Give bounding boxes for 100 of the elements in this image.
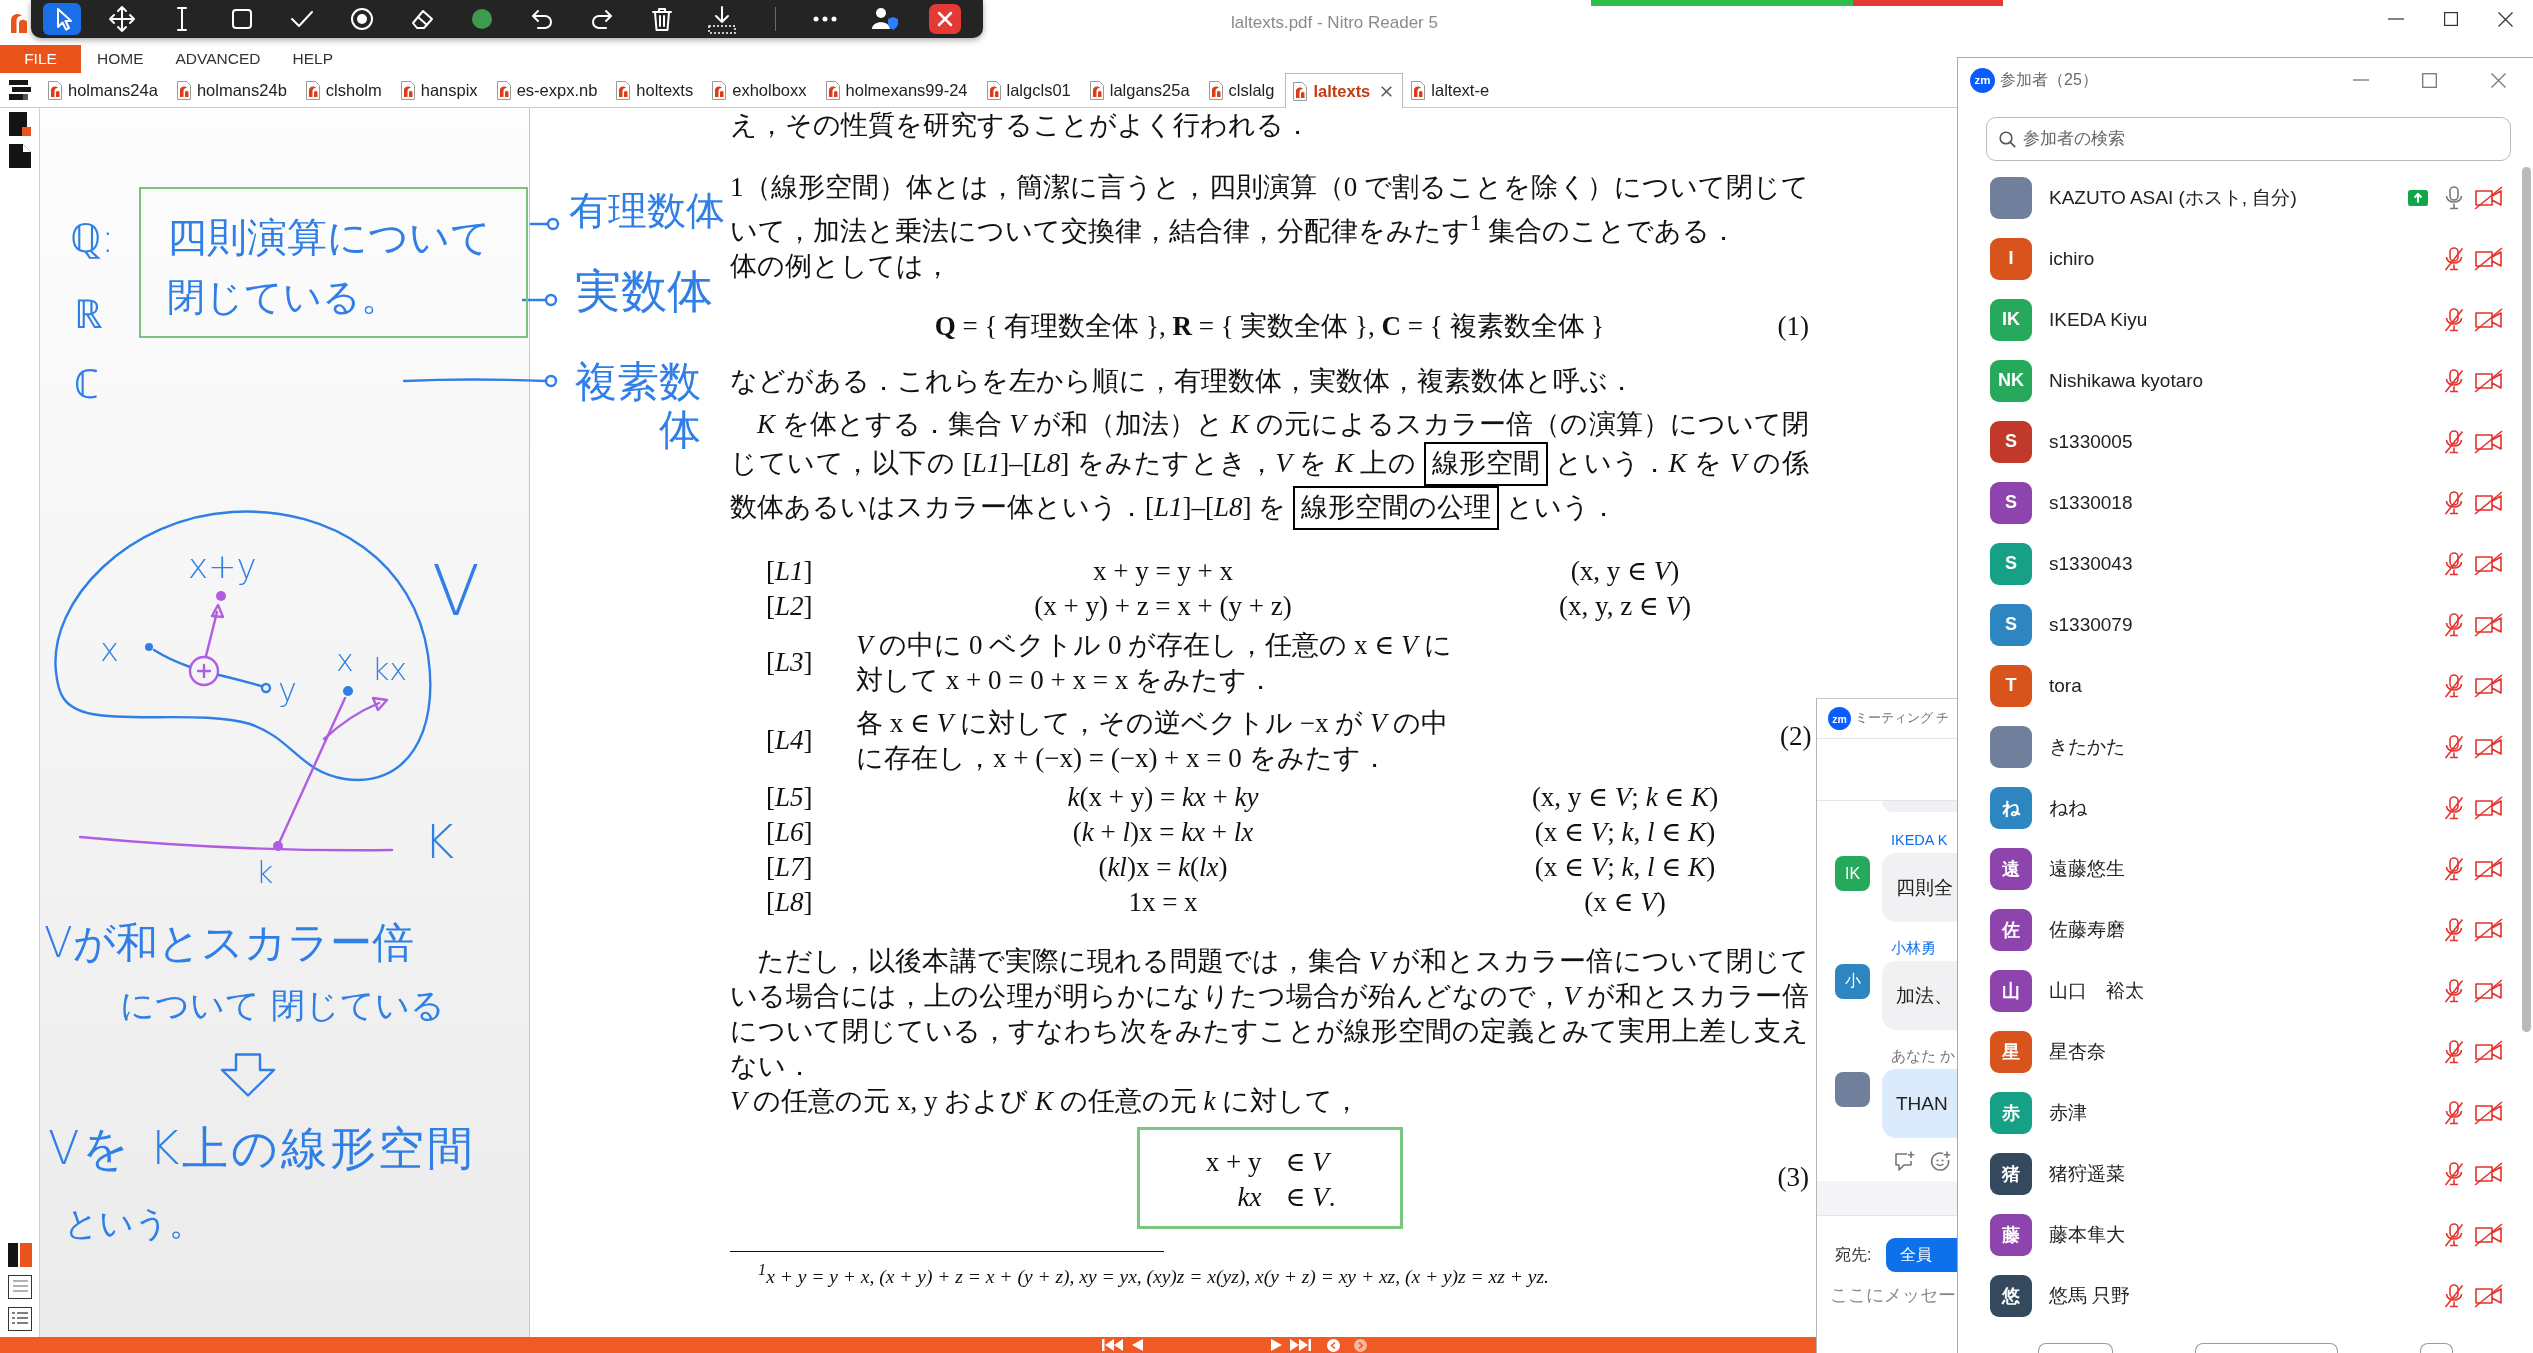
muted-microphone-icon[interactable]	[2443, 612, 2465, 637]
lines-icon[interactable]	[7, 1275, 32, 1299]
columns-icon[interactable]	[7, 1243, 32, 1267]
video-off-icon[interactable]	[2474, 246, 2503, 271]
layers-icon[interactable]	[9, 80, 31, 100]
tab[interactable]: clslalg	[1200, 73, 1286, 107]
first-page-icon[interactable]	[1102, 1339, 1124, 1351]
recipient-label: 宛先:	[1835, 1244, 1872, 1265]
video-off-icon[interactable]	[2474, 917, 2503, 942]
scrollbar-thumb[interactable]	[2522, 167, 2531, 1032]
share-screen-icon[interactable]	[2408, 189, 2428, 206]
search-field[interactable]: 参加者の検索	[1986, 117, 2511, 161]
plus-circle-icon	[188, 655, 220, 687]
menu-item[interactable]: ADVANCED	[159, 45, 277, 73]
video-off-icon[interactable]	[2474, 368, 2503, 393]
minimize-icon[interactable]	[2352, 79, 2369, 81]
microphone-icon[interactable]	[2443, 185, 2465, 210]
video-off-icon[interactable]	[2474, 307, 2503, 332]
muted-microphone-icon[interactable]	[2443, 307, 2465, 332]
document-icon[interactable]	[8, 144, 31, 168]
muted-microphone-icon[interactable]	[2443, 368, 2465, 393]
tab[interactable]: holmans24b	[168, 73, 298, 107]
tab[interactable]: clsholm	[297, 73, 393, 107]
video-off-icon[interactable]	[2474, 490, 2503, 515]
axiom-label: [L8]	[766, 885, 814, 919]
recipient-button[interactable]: 全員	[1886, 1238, 1957, 1272]
video-off-icon[interactable]	[2474, 978, 2503, 1003]
menu-item[interactable]: HOME	[81, 45, 160, 73]
tab[interactable]: holtexts	[608, 73, 705, 107]
redo-icon[interactable]	[591, 8, 613, 30]
maximize-icon[interactable]	[2443, 12, 2458, 26]
minimize-icon[interactable]	[2387, 18, 2404, 20]
muted-microphone-icon[interactable]	[2443, 856, 2465, 881]
previous-page-icon[interactable]	[1132, 1339, 1143, 1351]
tab[interactable]: hanspix	[392, 73, 489, 107]
tab[interactable]: laltext-e	[1403, 73, 1501, 107]
video-off-icon[interactable]	[2474, 1039, 2503, 1064]
trash-icon[interactable]	[651, 6, 673, 32]
list-icon[interactable]	[7, 1307, 32, 1331]
muted-microphone-icon[interactable]	[2443, 673, 2465, 698]
footer-button[interactable]	[2420, 1343, 2453, 1353]
tab[interactable]: exholboxx	[704, 73, 818, 107]
close-icon[interactable]	[929, 4, 961, 34]
video-off-icon[interactable]	[2474, 734, 2503, 759]
muted-microphone-icon[interactable]	[2443, 429, 2465, 454]
video-off-icon[interactable]	[2474, 551, 2503, 576]
tab[interactable]: laltexts	[1285, 73, 1404, 108]
file-menu-button[interactable]: FILE	[0, 45, 81, 73]
video-off-icon[interactable]	[2474, 1100, 2503, 1125]
video-off-icon[interactable]	[2474, 856, 2503, 881]
muted-microphone-icon[interactable]	[2443, 1222, 2465, 1247]
square-icon[interactable]	[231, 8, 253, 30]
muted-microphone-icon[interactable]	[2443, 734, 2465, 759]
tab[interactable]: holmans24a	[40, 73, 169, 107]
close-icon[interactable]	[2498, 11, 2513, 27]
muted-microphone-icon[interactable]	[2443, 795, 2465, 820]
undo-icon[interactable]	[531, 8, 553, 30]
muted-microphone-icon[interactable]	[2443, 917, 2465, 942]
muted-microphone-icon[interactable]	[2443, 1283, 2465, 1308]
video-off-icon[interactable]	[2474, 673, 2503, 698]
footer-button[interactable]	[2195, 1343, 2338, 1353]
muted-microphone-icon[interactable]	[2443, 1039, 2465, 1064]
app-logo-icon[interactable]	[10, 12, 28, 33]
more-icon[interactable]	[813, 16, 837, 22]
muted-microphone-icon[interactable]	[2443, 551, 2465, 576]
muted-microphone-icon[interactable]	[2443, 978, 2465, 1003]
muted-microphone-icon[interactable]	[2443, 490, 2465, 515]
video-off-icon[interactable]	[2474, 1161, 2503, 1186]
download-icon[interactable]	[708, 4, 736, 34]
close-icon[interactable]	[1381, 85, 1393, 97]
pointer-icon[interactable]	[43, 3, 81, 35]
muted-microphone-icon[interactable]	[2443, 1161, 2465, 1186]
tab[interactable]: lalgans25a	[1081, 73, 1201, 107]
video-off-icon[interactable]	[2474, 612, 2503, 637]
comment-plus-icon[interactable]	[1894, 1151, 1915, 1172]
last-page-icon[interactable]	[1289, 1339, 1311, 1351]
emoji-plus-icon[interactable]	[1930, 1151, 1951, 1172]
video-off-icon[interactable]	[2474, 429, 2503, 454]
tab[interactable]: es-expx.nb	[488, 73, 609, 107]
eraser-icon[interactable]	[410, 8, 434, 30]
menu-item[interactable]: HELP	[276, 45, 349, 73]
target-icon[interactable]	[351, 8, 373, 30]
page-icon[interactable]	[8, 112, 31, 136]
color-swatch-icon[interactable]	[472, 9, 492, 29]
video-off-icon[interactable]	[2474, 1283, 2503, 1308]
check-icon[interactable]	[290, 10, 314, 28]
video-off-icon[interactable]	[2474, 795, 2503, 820]
move-icon[interactable]	[108, 5, 136, 33]
footer-button[interactable]	[2038, 1343, 2113, 1353]
paragraph: K を体とする．集合 V が和（加法）と K の元によるスカラー倍（の演算）について閉じていて，以下の [L1]–[L8] をみたすとき，V を K 上の 線形空間 という．K を V の係数体あるいはスカラー体という．[L1]–[L8] を 線形空間の公理 という．	[730, 407, 1809, 530]
muted-microphone-icon[interactable]	[2443, 1100, 2465, 1125]
tab[interactable]: lalgcls01	[978, 73, 1082, 107]
video-off-icon[interactable]	[2474, 185, 2503, 210]
text-cursor-icon[interactable]	[176, 6, 188, 32]
video-off-icon[interactable]	[2474, 1222, 2503, 1247]
person-icon[interactable]	[871, 7, 899, 31]
muted-microphone-icon[interactable]	[2443, 246, 2465, 271]
message-field[interactable]: ここにメッセー	[1830, 1278, 1956, 1312]
next-page-icon[interactable]	[1271, 1339, 1282, 1351]
tab[interactable]: holmexans99-24	[817, 73, 979, 107]
